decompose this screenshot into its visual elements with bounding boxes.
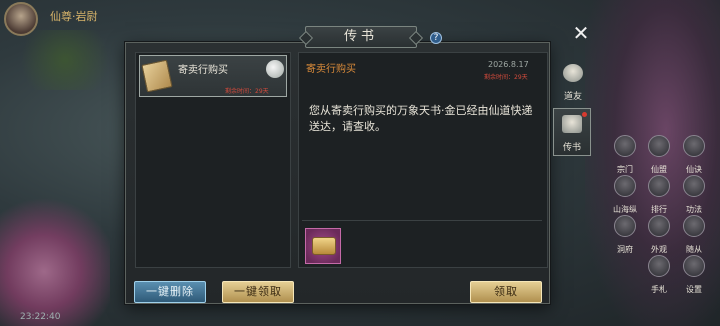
hud-followers-button[interactable]: 随从 xyxy=(679,215,709,256)
hud-followers-label: 随从 xyxy=(686,245,702,254)
shanhai-icon xyxy=(614,175,636,197)
hud-settings-button[interactable]: 设置 xyxy=(679,255,709,296)
hud-skills-label: 仙诀 xyxy=(686,165,702,174)
player-hud: 仙尊·岩尉 xyxy=(0,0,160,36)
background-trees xyxy=(10,30,120,90)
alliance-icon xyxy=(648,135,670,157)
hud-sect-label: 宗门 xyxy=(617,165,633,174)
tab-friends[interactable]: 道友 xyxy=(554,58,592,106)
hud-alliance-label: 仙盟 xyxy=(651,165,667,174)
tab-mail-label: 传书 xyxy=(562,143,581,153)
detail-body: 您从寄卖行购买的万象天书·金已经由仙道快递送达，请查收。 xyxy=(309,104,533,133)
mail-icon xyxy=(562,115,582,133)
mail-item-remaining: 剩余时间：29天 xyxy=(225,88,269,95)
close-button[interactable]: ✕ xyxy=(572,23,590,43)
technique-icon xyxy=(683,175,705,197)
hud-settings-label: 设置 xyxy=(686,285,702,294)
hud-technique-label: 功法 xyxy=(686,205,702,214)
tab-mail[interactable]: 传书 xyxy=(553,108,591,156)
delete-all-button[interactable]: 一键删除 xyxy=(134,281,206,303)
mail-list-item[interactable]: 寄卖行购买 剩余时间：29天 xyxy=(139,55,287,97)
hud-skills-button[interactable]: 仙诀 xyxy=(679,135,709,176)
hud-notes-label: 手札 xyxy=(651,285,667,294)
money-bag-icon xyxy=(266,60,284,78)
hud-appearance-button[interactable]: 外观 xyxy=(644,215,674,256)
detail-date: 2026.8.17 xyxy=(488,60,529,69)
cave-icon xyxy=(614,215,636,237)
tab-friends-label: 道友 xyxy=(563,92,582,102)
sect-icon xyxy=(614,135,636,157)
notification-dot xyxy=(582,112,587,117)
claim-all-button[interactable]: 一键领取 xyxy=(222,281,294,303)
notes-icon xyxy=(648,255,670,277)
scroll-item-icon xyxy=(312,237,336,255)
skills-icon xyxy=(683,135,705,157)
player-avatar[interactable] xyxy=(4,2,38,36)
hud-cave-button[interactable]: 洞府 xyxy=(610,215,640,256)
gear-icon xyxy=(683,255,705,277)
hud-technique-button[interactable]: 功法 xyxy=(679,175,709,216)
clock: 23:22:40 xyxy=(20,312,61,322)
detail-remaining: 剩余时间：29天 xyxy=(484,74,528,81)
hud-ranking-button[interactable]: 排行 xyxy=(644,175,674,216)
hud-sect-button[interactable]: 宗门 xyxy=(610,135,640,176)
hud-appearance-label: 外观 xyxy=(651,245,667,254)
background-blossoms xyxy=(0,190,110,326)
letter-icon xyxy=(141,59,173,93)
detail-title: 寄卖行购买 xyxy=(306,64,356,75)
mail-item-name: 寄卖行购买 xyxy=(178,65,228,76)
hud-cave-label: 洞府 xyxy=(617,245,633,254)
ranking-icon xyxy=(648,175,670,197)
hud-alliance-button[interactable]: 仙盟 xyxy=(644,135,674,176)
followers-icon xyxy=(683,215,705,237)
attachment-slot[interactable] xyxy=(305,228,341,264)
dialog-title: 传书 xyxy=(305,26,417,48)
hud-ranking-label: 排行 xyxy=(651,205,667,214)
help-icon[interactable]: ? xyxy=(430,32,442,44)
claim-button[interactable]: 领取 xyxy=(470,281,542,303)
appearance-icon xyxy=(648,215,670,237)
friends-icon xyxy=(563,64,583,82)
hud-notes-button[interactable]: 手札 xyxy=(644,255,674,296)
player-title: 仙尊·岩尉 xyxy=(50,10,98,23)
detail-divider xyxy=(302,220,542,221)
